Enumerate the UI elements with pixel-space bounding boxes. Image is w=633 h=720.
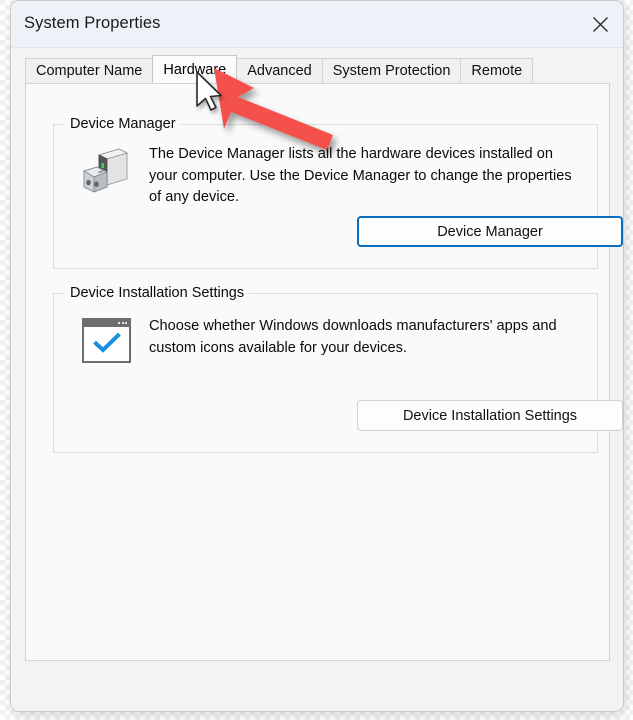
tab-strip: Computer Name Hardware Advanced System P… bbox=[25, 57, 532, 83]
button-label: Device Manager bbox=[437, 224, 543, 240]
close-button[interactable] bbox=[577, 1, 623, 47]
tab-remote[interactable]: Remote bbox=[460, 58, 533, 83]
tab-advanced[interactable]: Advanced bbox=[236, 58, 323, 83]
window-title: System Properties bbox=[24, 14, 161, 33]
tab-label: Remote bbox=[471, 63, 522, 79]
tab-computer-name[interactable]: Computer Name bbox=[25, 58, 153, 83]
group-title: Device Installation Settings bbox=[65, 285, 249, 301]
tab-label: Advanced bbox=[247, 63, 312, 79]
screen: System Properties Computer Name Hardware… bbox=[0, 0, 633, 720]
checkmark-icon bbox=[93, 332, 121, 354]
tab-panel-hardware: Device Manager bbox=[25, 83, 610, 661]
device-manager-icon bbox=[81, 147, 133, 200]
pc-tower-device-icon bbox=[81, 147, 133, 195]
tab-system-protection[interactable]: System Protection bbox=[322, 58, 462, 83]
device-installation-settings-button[interactable]: Device Installation Settings bbox=[357, 400, 623, 431]
tab-hardware[interactable]: Hardware bbox=[152, 55, 237, 83]
tab-label: System Protection bbox=[333, 63, 451, 79]
device-installation-icon bbox=[82, 318, 131, 363]
tab-label: Computer Name bbox=[36, 63, 142, 79]
system-properties-dialog: System Properties Computer Name Hardware… bbox=[10, 0, 624, 712]
group-device-manager: Device Manager bbox=[53, 124, 598, 269]
button-label: Device Installation Settings bbox=[403, 408, 577, 424]
device-manager-description: The Device Manager lists all the hardwar… bbox=[149, 144, 581, 209]
title-bar: System Properties bbox=[11, 1, 623, 48]
window-checkmark-icon bbox=[82, 318, 131, 363]
close-icon bbox=[592, 16, 609, 33]
dialog-body: Computer Name Hardware Advanced System P… bbox=[11, 48, 623, 712]
group-device-installation-settings: Device Installation Settings Choose whet… bbox=[53, 293, 598, 453]
device-manager-button[interactable]: Device Manager bbox=[357, 216, 623, 247]
group-title: Device Manager bbox=[65, 116, 181, 132]
tab-label: Hardware bbox=[163, 62, 226, 78]
window-buttons-dots bbox=[118, 322, 127, 324]
device-installation-description: Choose whether Windows downloads manufac… bbox=[149, 316, 581, 359]
